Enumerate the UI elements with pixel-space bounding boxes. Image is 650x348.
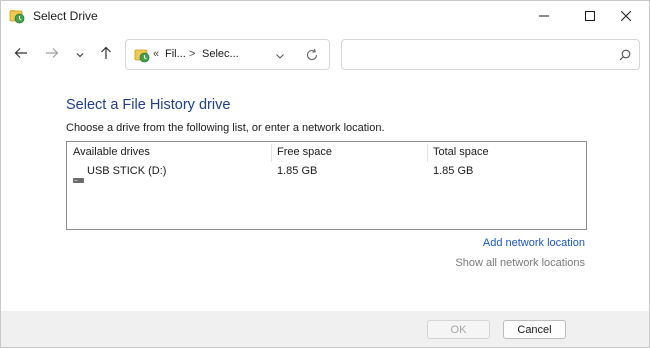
breadcrumb-separator[interactable]: > [189,48,195,60]
breadcrumb-item[interactable]: Selec... [202,48,239,60]
minimize-icon [539,11,549,21]
back-button[interactable] [11,45,31,65]
file-history-icon [134,47,150,63]
close-icon [621,11,631,21]
up-button[interactable] [96,45,116,65]
select-drive-dialog: Select Drive « Fil... > Selec... Select … [0,0,650,348]
refresh-icon[interactable] [304,47,320,63]
usb-drive-icon [73,170,84,183]
minimize-button[interactable] [521,1,567,31]
title-bar: Select Drive [1,1,649,31]
forward-button[interactable] [42,45,62,65]
column-divider[interactable] [271,144,272,162]
file-history-icon [9,8,25,24]
drive-total-space: 1.85 GB [433,165,474,177]
chevron-down-icon [76,46,84,64]
dialog-footer: OK Cancel [1,311,649,347]
page-title: Select a File History drive [66,97,231,113]
ok-button[interactable]: OK [427,320,490,339]
column-header-free-space[interactable]: Free space [277,146,332,158]
close-button[interactable] [603,1,649,31]
maximize-icon [585,11,595,21]
arrow-right-icon [45,46,59,65]
cancel-button[interactable]: Cancel [503,320,566,339]
window-title: Select Drive [33,9,98,23]
navigation-bar: « Fil... > Selec... [1,31,649,77]
breadcrumb-item[interactable]: Fil... [165,48,186,60]
column-header-available-drives[interactable]: Available drives [73,146,150,158]
arrow-up-icon [99,46,113,65]
search-icon [618,48,632,62]
address-dropdown-icon[interactable] [274,49,286,61]
instruction-text: Choose a drive from the following list, … [66,122,385,134]
recent-locations-button[interactable] [70,45,90,65]
drive-list[interactable]: Available drives Free space Total space … [66,141,587,230]
drive-free-space: 1.85 GB [277,165,318,177]
column-divider[interactable] [427,144,428,162]
search-input[interactable] [341,39,640,70]
table-row[interactable]: USB STICK (D:) 1.85 GB 1.85 GB [68,164,585,183]
arrow-left-icon [14,46,28,65]
drive-name: USB STICK (D:) [87,165,167,177]
show-all-network-locations-link[interactable]: Show all network locations [455,257,585,269]
address-overflow[interactable]: « [153,48,159,60]
address-bar[interactable]: « Fil... > Selec... [125,39,330,70]
add-network-location-link[interactable]: Add network location [483,237,585,249]
column-header-total-space[interactable]: Total space [433,146,489,158]
